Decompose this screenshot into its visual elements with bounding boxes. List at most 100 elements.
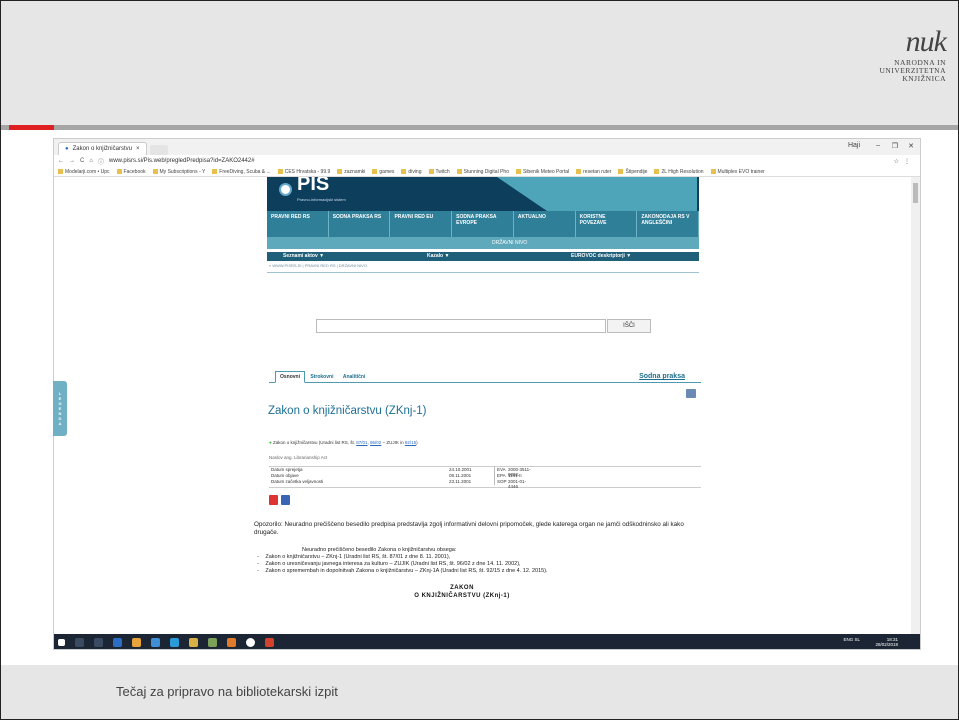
nav-item[interactable]: PRAVNI RED RS (267, 211, 329, 237)
bookmark-label: Modelarji.com • Upc (65, 168, 110, 175)
app4-icon[interactable] (246, 638, 255, 647)
bookmark-folder-icon (277, 168, 283, 174)
menu-icon[interactable]: ⋮ (904, 158, 910, 165)
filter-dropdown[interactable]: Kazalo ▼ (411, 252, 555, 261)
bookmark-item[interactable]: My Subscriptions - Y (152, 169, 205, 175)
ref-link-87-01[interactable]: 87/01 (356, 440, 367, 445)
app-icon[interactable] (151, 638, 160, 647)
metadata-code: SOP (494, 479, 508, 485)
star-icon[interactable]: ☆ (894, 158, 899, 165)
document-reference: ● Zakon o knjižničarstvu (Uradni list RS… (269, 440, 418, 445)
task-view-icon[interactable] (94, 638, 103, 647)
browser-screenshot: ● Zakon o knjižničarstvu × Haji – ❐ ✕ ← … (53, 138, 921, 650)
nav-item[interactable]: AKTUALNO (514, 211, 576, 237)
word-icon[interactable] (281, 495, 290, 505)
app2-icon[interactable] (208, 638, 217, 647)
print-icon[interactable] (686, 389, 696, 398)
reload-icon[interactable]: C (80, 158, 84, 164)
explorer-icon[interactable] (189, 638, 198, 647)
nav-item[interactable]: ZAKONODAJA RS V ANGLEŠČINI (637, 211, 700, 237)
tab-close-icon[interactable]: × (136, 146, 140, 152)
search-icon[interactable] (75, 638, 84, 647)
language-indicator[interactable]: ENG SL (843, 637, 860, 642)
sodna-praksa-link[interactable]: Sodna praksa (635, 371, 689, 382)
maximize-icon[interactable]: ❐ (892, 142, 898, 150)
disclaimer: Opozorilo: Neuradno prečiščeno besedilo … (254, 521, 684, 536)
scrollbar[interactable] (911, 177, 920, 635)
nuk-logo: nuk NARODNA IN UNIVERZITETNA KNJIŽNICA (841, 25, 948, 115)
bookmark-folder-icon (116, 168, 122, 174)
header-band (1, 1, 958, 125)
bookmark-item[interactable]: diving (401, 168, 422, 175)
url-field[interactable]: www.pisrs.si/Pis.web/pregledPredpisa?id=… (109, 158, 255, 164)
bookmark-item[interactable]: 2L High Resolution (654, 169, 704, 175)
logo-mark: nuk (905, 25, 947, 58)
browser-tab[interactable]: ● Zakon o knjižničarstvu × (58, 142, 147, 155)
bookmark-item[interactable]: Štipendije (618, 169, 647, 175)
nav-item[interactable]: SODNA PRAKSA EVROPE (452, 211, 514, 237)
start-icon[interactable] (58, 639, 65, 646)
search-button[interactable]: IŠČI (607, 319, 651, 333)
back-icon[interactable]: ← (58, 158, 64, 164)
chrome-icon[interactable] (132, 638, 141, 647)
outlook-icon[interactable] (113, 638, 122, 647)
law-heading: ZAKON O KNJIŽNIČARSTVU (ZKnj-1) (392, 585, 532, 600)
ref-prefix: Zakon o knjižničarstvu (Uradni list RS, … (272, 440, 357, 445)
bookmarks-bar: Modelarji.com • Upc Facebook My Subscripti… (54, 167, 920, 177)
store-icon[interactable] (170, 638, 179, 647)
bookmark-item[interactable]: CES Hrvatska - 99.9 (277, 168, 330, 175)
pis-globe-icon (279, 183, 292, 196)
bookmark-label: games (379, 168, 395, 175)
bookmark-item[interactable]: games (372, 169, 394, 175)
app3-icon[interactable] (227, 638, 236, 647)
nav-item[interactable]: PRAVNI RED EU (390, 211, 453, 237)
header-rule (1, 125, 958, 130)
tab-analiticni[interactable]: Analitični (339, 372, 370, 382)
taskbar-clock[interactable]: 18:31 28/02/2018 (875, 637, 898, 647)
bookmark-label: Sibenik Meteo Portal (522, 168, 570, 175)
clock-date: 28/02/2018 (875, 642, 898, 647)
bookmark-item[interactable]: Multiplex EVO trainer (710, 169, 765, 175)
bookmark-label: Twitch (435, 168, 450, 175)
bookmark-item[interactable]: resetan ruter (576, 169, 611, 175)
address-bar: ← → C ⌂ ⓘ www.pisrs.si/Pis.web/pregledPr… (54, 155, 920, 167)
scroll-thumb[interactable] (913, 183, 918, 203)
bookmark-label: resetan ruter (583, 168, 612, 175)
bookmark-item[interactable]: Twitch (428, 168, 450, 175)
filter-dropdown[interactable]: EUROVOC deskriptorji ▼ (555, 252, 699, 261)
bookmark-label: diving (408, 168, 422, 175)
close-window-icon[interactable]: ✕ (908, 142, 914, 150)
bookmark-item[interactable]: Sibenik Meteo Portal (515, 168, 570, 175)
minimize-icon[interactable]: – (876, 142, 880, 149)
powerpoint-icon[interactable] (265, 638, 274, 647)
pis-logo[interactable]: PIS (297, 177, 329, 196)
divider (267, 272, 699, 273)
search-input[interactable] (316, 319, 606, 333)
browser-user[interactable]: Haji (848, 142, 860, 149)
filter-dropdown[interactable]: Seznami aktov ▼ (267, 252, 411, 261)
ref-link-96-02[interactable]: 96/02 (370, 440, 381, 445)
breadcrumb[interactable]: » WWW.PISRS.SI | PRAVNI RED RS | DRŽAVNI… (269, 263, 367, 268)
new-tab-button[interactable] (149, 145, 168, 155)
bookmark-item[interactable]: Stunning Digital Pho (456, 168, 509, 175)
home-icon[interactable]: ⌂ (89, 158, 93, 164)
legenda-tab[interactable]: LEGENDA (53, 381, 67, 436)
nav-item[interactable]: SODNA PRAKSA RS (329, 211, 391, 237)
bookmark-folder-icon (401, 168, 407, 174)
bookmark-item[interactable]: Facebook (116, 168, 146, 175)
bookmark-item[interactable]: Modelarji.com • Upc (58, 169, 110, 175)
nav-item[interactable]: KORISTNE POVEZAVE (576, 211, 638, 237)
pis-subnav[interactable]: DRŽAVNI NIVO (267, 237, 699, 249)
tab-strokovni[interactable]: Strokovni (306, 372, 337, 382)
bookmark-label: Stunning Digital Pho (463, 168, 509, 175)
forward-icon[interactable]: → (69, 158, 75, 164)
bookmark-item[interactable]: zaznamki (337, 169, 365, 175)
pis-logo-subtitle: Pravno-informacijski sistem (297, 197, 346, 202)
pdf-icon[interactable] (269, 495, 278, 505)
ref-link-92-15[interactable]: 92/15 (405, 440, 416, 445)
logo-line-3: KNJIŽNICA (902, 74, 946, 83)
bookmark-item[interactable]: FreeDiving, Scuba & ... (212, 169, 271, 175)
info-icon: ⓘ (97, 159, 104, 166)
tab-osnovni[interactable]: Osnovni (275, 371, 306, 383)
browser-tabbar: ● Zakon o knjižničarstvu × Haji – ❐ ✕ (54, 139, 920, 155)
